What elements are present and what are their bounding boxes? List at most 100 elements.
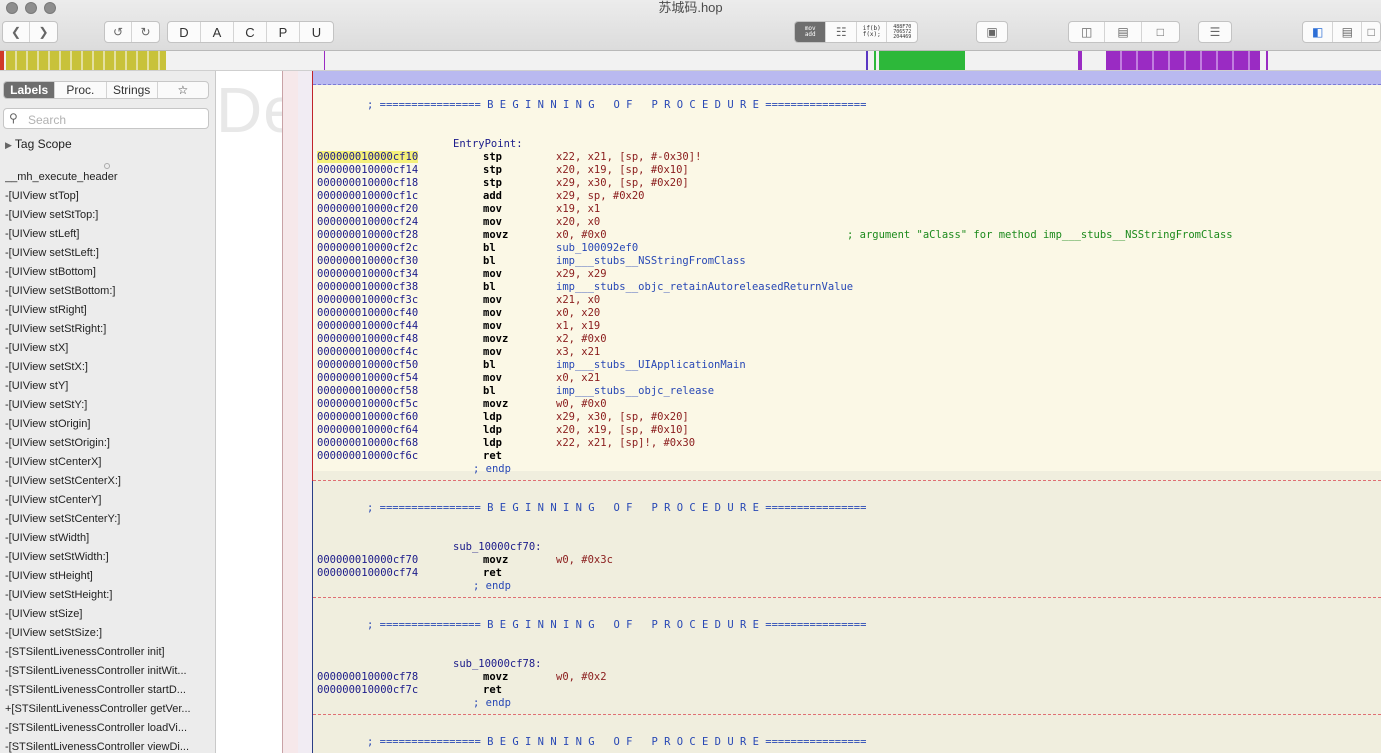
instruction-row[interactable]: 000000010000cf6c ret [317,450,1377,463]
instruction-row[interactable]: 000000010000cf58 bl imp___stubs__objc_rele… [317,385,1377,398]
split-vertical-button[interactable]: ◫ [1069,22,1106,42]
tab-procedures[interactable]: Proc. [55,82,107,98]
cpu-button[interactable]: ▣ [976,21,1008,43]
label-list-item[interactable]: __mh_execute_header [5,171,210,183]
label-list-item[interactable]: -[STSilentLivenessController initWit... [5,665,210,677]
instruction-row[interactable]: 000000010000cf50 bl imp___stubs__UIApplica… [317,359,1377,372]
inspector-toggle-button[interactable]: ☰ [1198,21,1232,43]
type-procedure-button[interactable]: P [267,22,300,42]
type-data-button[interactable]: D [168,22,201,42]
instruction-row[interactable]: 000000010000cf60 ldp x29, x30, [sp, #0x20] [317,411,1377,424]
procedure-label[interactable]: sub_10000cf70: [453,541,542,554]
procedure-label[interactable]: sub_10000cf78: [453,658,542,671]
instruction-row[interactable]: 000000010000cf70 movz w0, #0x3c [317,554,1377,567]
right-panel-button[interactable]: □ [1362,22,1380,42]
instruction-row[interactable]: 000000010000cf18 stp x29, x30, [sp, #0x20] [317,177,1377,190]
instruction-row[interactable]: 000000010000cf4c mov x3, x21 [317,346,1377,359]
label-list-item[interactable]: -[UIView stBottom] [5,266,210,278]
label-list-item[interactable]: -[UIView setStTop:] [5,209,210,221]
procedure-label[interactable]: EntryPoint: [453,138,523,151]
instruction-row[interactable]: 000000010000cf7c ret [317,684,1377,697]
instruction-row[interactable]: 000000010000cf38 bl imp___stubs__objc_reta… [317,281,1377,294]
instruction-row[interactable]: 000000010000cf44 mov x1, x19 [317,320,1377,333]
label-list-item[interactable]: -[UIView stSize] [5,608,210,620]
label-list-item[interactable]: -[UIView setStX:] [5,361,210,373]
label-list-item[interactable]: -[UIView setStBottom:] [5,285,210,297]
assembly-mode-button[interactable]: mov add [795,22,827,42]
segment-navigation-bar[interactable] [0,51,1381,71]
instruction-row[interactable]: 000000010000cf5c movz w0, #0x0 [317,398,1377,411]
instruction-row[interactable]: 000000010000cf10 stp x22, x21, [sp, #-0x30… [317,151,1377,164]
search-input[interactable] [26,110,208,129]
label-list-item[interactable]: -[UIView stLeft] [5,228,210,240]
label-list-item[interactable]: -[UIView setStRight:] [5,323,210,335]
label-list-item[interactable]: -[UIView setStOrigin:] [5,437,210,449]
instruction-operands: x20, x0 [556,216,601,228]
instruction-row[interactable]: 000000010000cf34 mov x29, x29 [317,268,1377,281]
symbol-reference[interactable]: sub_100092ef0 [556,242,638,254]
symbol-reference[interactable]: imp___stubs__UIApplicationMain [556,359,746,371]
search-field[interactable]: ⚲ [3,108,209,129]
label-list-item[interactable]: -[UIView stX] [5,342,210,354]
left-panel-button[interactable]: ◧ [1303,22,1334,42]
instruction-row[interactable]: 000000010000cf64 ldp x20, x19, [sp, #0x10] [317,424,1377,437]
instruction-row[interactable]: 000000010000cf68 ldp x22, x21, [sp]!, #0x3… [317,437,1377,450]
tag-scope-disclosure[interactable]: ▶ Tag Scope [5,137,72,151]
label-list-item[interactable]: -[UIView stWidth] [5,532,210,544]
label-list-item[interactable]: -[UIView setStY:] [5,399,210,411]
hex-mode-button[interactable]: 488F70 706572 204469 [887,22,917,42]
label-list-item[interactable]: -[UIView stCenterY] [5,494,210,506]
back-button[interactable]: ❮ [3,22,31,42]
split-horizontal-button[interactable]: ▤ [1105,22,1142,42]
redo-button[interactable]: ↻ [132,22,159,42]
type-code-button[interactable]: C [234,22,267,42]
instruction-row[interactable]: 000000010000cf1c add x29, sp, #0x20 [317,190,1377,203]
tab-favorites[interactable]: ☆ [158,82,208,98]
instruction-row[interactable]: 000000010000cf48 movz x2, #0x0 [317,333,1377,346]
type-undefined-button[interactable]: U [300,22,333,42]
label-list-item[interactable]: -[UIView setStHeight:] [5,589,210,601]
pseudocode-mode-button[interactable]: if(b) f(x); [857,22,888,42]
instruction-row[interactable]: 000000010000cf30 bl imp___stubs__NSStringF… [317,255,1377,268]
instruction-row[interactable]: 000000010000cf40 mov x0, x20 [317,307,1377,320]
type-ascii-button[interactable]: A [201,22,234,42]
instruction-row[interactable]: 000000010000cf24 mov x20, x0 [317,216,1377,229]
instruction-row[interactable]: 000000010000cf74 ret [317,567,1377,580]
label-list-item[interactable]: -[UIView setStCenterY:] [5,513,210,525]
label-list-item[interactable]: -[STSilentLivenessController loadVi... [5,722,210,734]
symbol-reference[interactable]: imp___stubs__objc_retainAutoreleasedRetu… [556,281,853,293]
forward-button[interactable]: ❯ [30,22,57,42]
label-list-item[interactable]: -[UIView stOrigin] [5,418,210,430]
label-list-item[interactable]: -[UIView stTop] [5,190,210,202]
instruction-mnemonic: movz [483,333,509,345]
instruction-row[interactable]: 000000010000cf2c bl sub_100092ef0 [317,242,1377,255]
single-pane-button[interactable]: □ [1142,22,1179,42]
instruction-row[interactable]: 000000010000cf78 movz w0, #0x2 [317,671,1377,684]
split-handle[interactable] [104,163,110,169]
instruction-row[interactable]: 000000010000cf28 movz x0, #0x0 ; argument "… [317,229,1377,242]
instruction-row[interactable]: 000000010000cf3c mov x21, x0 [317,294,1377,307]
label-list-item[interactable]: +[STSilentLivenessController getVer... [5,703,210,715]
instruction-row[interactable]: 000000010000cf54 mov x0, x21 [317,372,1377,385]
tab-strings[interactable]: Strings [107,82,158,98]
label-list-item[interactable]: -[UIView stHeight] [5,570,210,582]
label-list-item[interactable]: -[STSilentLivenessController startD... [5,684,210,696]
undo-button[interactable]: ↺ [105,22,133,42]
label-list-item[interactable]: -[STSilentLivenessController viewDi... [5,741,210,753]
instruction-row[interactable]: 000000010000cf14 stp x20, x19, [sp, #0x10] [317,164,1377,177]
label-list-item[interactable]: -[STSilentLivenessController init] [5,646,210,658]
label-list-item[interactable]: -[UIView setStLeft:] [5,247,210,259]
bottom-panel-button[interactable]: ▤ [1333,22,1363,42]
label-list-item[interactable]: -[UIView setStSize:] [5,627,210,639]
symbol-reference[interactable]: imp___stubs__NSStringFromClass [556,255,746,267]
symbol-reference[interactable]: imp___stubs__objc_release [556,385,714,397]
label-list-item[interactable]: -[UIView stCenterX] [5,456,210,468]
label-list-item[interactable]: -[UIView stY] [5,380,210,392]
cpu-chip-icon: ▣ [986,25,998,39]
label-list-item[interactable]: -[UIView stRight] [5,304,210,316]
label-list-item[interactable]: -[UIView setStWidth:] [5,551,210,563]
tab-labels[interactable]: Labels [4,82,56,98]
label-list-item[interactable]: -[UIView setStCenterX:] [5,475,210,487]
instruction-row[interactable]: 000000010000cf20 mov x19, x1 [317,203,1377,216]
cfg-mode-button[interactable]: ☷ [826,22,857,42]
